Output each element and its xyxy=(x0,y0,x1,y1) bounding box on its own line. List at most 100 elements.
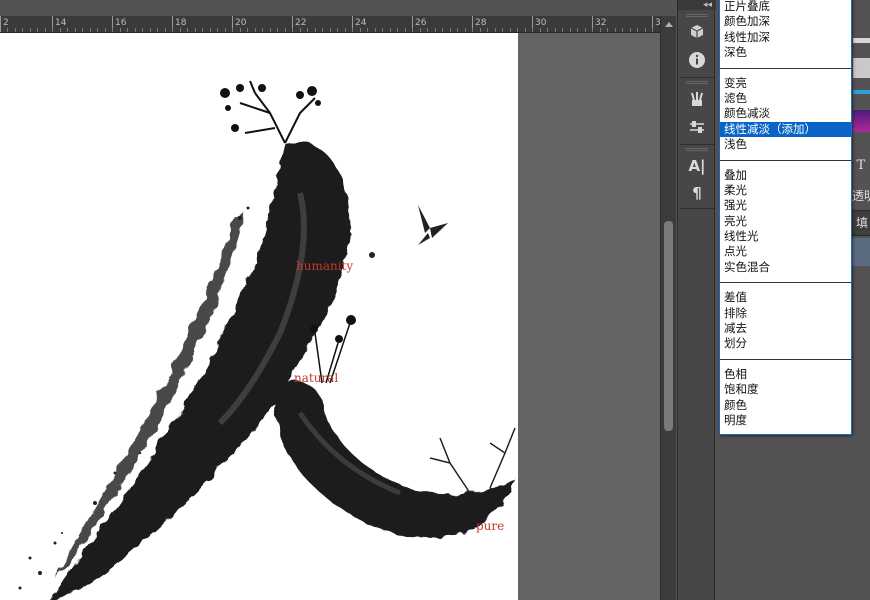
ruler-minor-tick xyxy=(97,28,98,32)
ruler-minor-tick xyxy=(165,28,166,32)
ruler-minor-tick xyxy=(127,28,128,32)
blend-mode-item[interactable]: 明度 xyxy=(720,413,851,428)
type-tool-icon[interactable]: T xyxy=(852,158,870,178)
color-slider-track[interactable] xyxy=(853,38,870,43)
ruler-minor-tick xyxy=(157,28,158,32)
scroll-up-arrow-icon[interactable] xyxy=(665,22,673,27)
ruler-minor-tick xyxy=(525,28,526,32)
ruler-minor-tick xyxy=(577,28,578,32)
ruler-minor-tick xyxy=(495,28,496,32)
ruler-minor-tick xyxy=(112,28,113,32)
ruler-minor-tick xyxy=(345,28,346,32)
info-icon[interactable] xyxy=(686,49,708,71)
color-slider-track[interactable] xyxy=(853,90,870,94)
ruler-minor-tick xyxy=(330,28,331,32)
ruler-minor-tick xyxy=(172,28,173,32)
ruler-minor-tick xyxy=(7,28,8,32)
ruler-minor-tick xyxy=(375,28,376,32)
blend-mode-item[interactable]: 柔光 xyxy=(720,183,851,198)
blend-mode-item[interactable]: 深色 xyxy=(720,45,851,60)
blend-mode-item[interactable]: 点光 xyxy=(720,244,851,259)
blend-mode-item[interactable]: 线性加深 xyxy=(720,30,851,45)
ruler-minor-tick xyxy=(67,28,68,32)
scrollbar-thumb[interactable] xyxy=(664,221,673,431)
annotation-natural: natural xyxy=(294,371,339,385)
blend-mode-item[interactable]: 颜色减淡 xyxy=(720,106,851,121)
blend-mode-divider xyxy=(720,67,851,69)
selected-layer-row[interactable] xyxy=(852,238,870,266)
ruler-minor-tick xyxy=(52,28,53,32)
ruler-minor-tick xyxy=(277,28,278,32)
adjustment-sliders-icon[interactable] xyxy=(686,116,708,138)
ruler-minor-tick xyxy=(517,28,518,32)
blend-mode-item[interactable]: 实色混合 xyxy=(720,260,851,275)
document-canvas[interactable]: humanity natural pure xyxy=(0,33,518,600)
blend-mode-item[interactable]: 线性减淡（添加） xyxy=(720,121,851,138)
ruler-minor-tick xyxy=(442,28,443,32)
color-slider-track[interactable] xyxy=(853,58,870,78)
fill-label: 填 xyxy=(852,210,870,236)
ruler-minor-tick xyxy=(510,28,511,32)
blend-mode-item[interactable]: 色相 xyxy=(720,367,851,382)
ruler-minor-tick xyxy=(555,28,556,32)
ruler-label: 32 xyxy=(595,18,607,28)
ruler-label: 14 xyxy=(55,18,67,28)
blend-mode-dropdown[interactable]: 正片叠底 颜色加深 线性加深 深色变亮 滤色 颜色减淡 线性减淡（添加） 浅色叠加 柔光 强光 亮光… xyxy=(719,0,852,435)
ruler-minor-tick xyxy=(187,28,188,32)
blend-mode-item[interactable]: 强光 xyxy=(720,198,851,213)
vertical-scrollbar[interactable] xyxy=(660,16,676,600)
3d-cube-icon[interactable] xyxy=(686,21,708,43)
ruler-minor-tick xyxy=(472,28,473,32)
dock-grip[interactable] xyxy=(686,148,708,151)
horizontal-ruler[interactable]: 21416182022242628303234 xyxy=(0,16,660,33)
dock-separator xyxy=(680,77,714,78)
blend-mode-item[interactable]: 叠加 xyxy=(720,168,851,183)
ruler-minor-tick xyxy=(457,28,458,32)
blend-mode-item[interactable]: 颜色 xyxy=(720,398,851,413)
ruler-minor-tick xyxy=(225,28,226,32)
panel-dock: ◂◂ A| ¶ xyxy=(677,0,716,600)
dock-grip[interactable] xyxy=(686,81,708,84)
blend-mode-item[interactable]: 划分 xyxy=(720,336,851,351)
paragraph-icon[interactable]: ¶ xyxy=(686,182,708,204)
blend-mode-item[interactable]: 线性光 xyxy=(720,229,851,244)
blend-mode-item[interactable]: 饱和度 xyxy=(720,382,851,397)
color-slider-track[interactable] xyxy=(853,110,870,132)
blend-mode-item[interactable]: 正片叠底 xyxy=(720,0,851,14)
annotation-humanity: humanity xyxy=(296,259,354,273)
ruler-minor-tick xyxy=(292,28,293,32)
blend-mode-item[interactable]: 减去 xyxy=(720,321,851,336)
ruler-minor-tick xyxy=(405,28,406,32)
collapse-dock-icon[interactable]: ◂◂ xyxy=(678,0,716,10)
blend-mode-item[interactable]: 变亮 xyxy=(720,76,851,91)
ruler-minor-tick xyxy=(195,28,196,32)
blend-mode-item[interactable]: 差值 xyxy=(720,290,851,305)
ruler-minor-tick xyxy=(487,28,488,32)
blend-mode-item[interactable]: 排除 xyxy=(720,306,851,321)
ruler-label: 26 xyxy=(415,18,427,28)
blend-mode-item[interactable]: 亮光 xyxy=(720,214,851,229)
ruler-minor-tick xyxy=(652,28,653,32)
ruler-minor-tick xyxy=(480,28,481,32)
ruler-minor-tick xyxy=(270,28,271,32)
blend-mode-item[interactable]: 滤色 xyxy=(720,91,851,106)
brush-presets-icon[interactable] xyxy=(686,88,708,110)
character-icon[interactable]: A| xyxy=(686,155,708,177)
ruler-minor-tick xyxy=(435,28,436,32)
ruler-minor-tick xyxy=(502,28,503,32)
blend-mode-item[interactable]: 颜色加深 xyxy=(720,14,851,29)
dock-grip[interactable] xyxy=(686,14,708,17)
ruler-minor-tick xyxy=(120,28,121,32)
ruler-minor-tick xyxy=(562,28,563,32)
tree-branches-top xyxy=(239,80,316,144)
ruler-label: 22 xyxy=(295,18,307,28)
ruler-minor-tick xyxy=(202,28,203,32)
ruler-minor-tick xyxy=(300,28,301,32)
ruler-label: 20 xyxy=(235,18,247,28)
blend-mode-item[interactable]: 浅色 xyxy=(720,137,851,152)
dock-separator xyxy=(680,208,714,209)
ruler-minor-tick xyxy=(22,28,23,32)
ruler-major-tick xyxy=(0,16,1,32)
ruler-minor-tick xyxy=(540,28,541,32)
ruler-minor-tick xyxy=(240,28,241,32)
